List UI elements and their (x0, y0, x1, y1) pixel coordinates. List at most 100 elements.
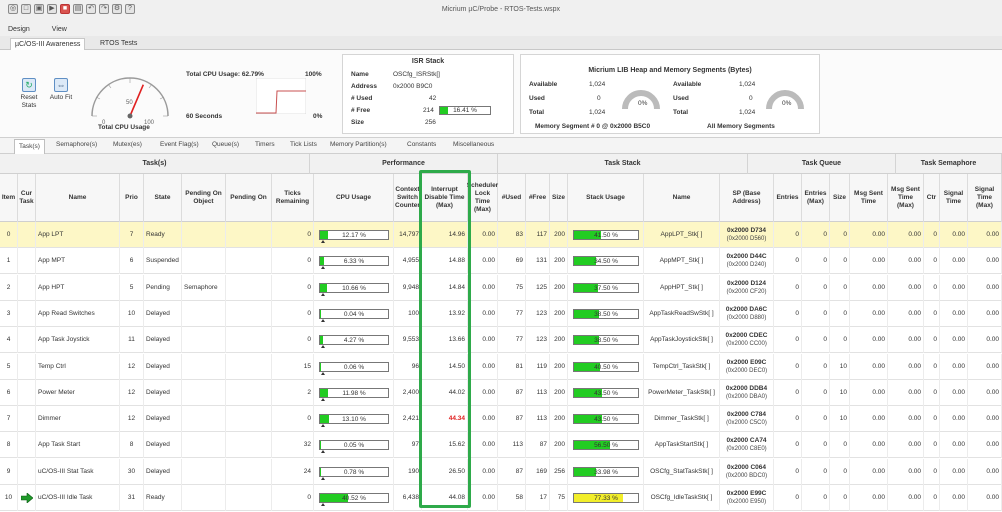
cell-prio: 8 (120, 432, 144, 459)
tab-tasks[interactable]: Task(s) (14, 139, 45, 154)
stack-usage-text: 40.50 % (594, 363, 618, 371)
table-row[interactable]: 6 Power Meter 12 Delayed 2 11.98 % 2,400 44.02 0… (0, 379, 1002, 406)
stack-usage-text: 43.50 % (594, 416, 618, 424)
column-header-stack-name[interactable]: Name (644, 174, 720, 222)
cell-sem-ctr: 0 (924, 379, 940, 406)
cell-cur-task (18, 274, 36, 301)
heap-all-pct: 0% (782, 100, 792, 107)
stack-usage-bar: 43.50 % (573, 387, 639, 398)
stack-usage-text: 38.50 % (594, 337, 618, 345)
column-header-signal-time[interactable]: Signal Time (940, 174, 968, 222)
cell-stack-free: 125 (526, 274, 550, 301)
table-row[interactable]: 10 uC/OS-III Idle Task 31 Ready 0 40.52 % 6,43… (0, 485, 1002, 511)
cpu-usage-bar: 0.05 % (319, 440, 389, 454)
tab-rtos-tests[interactable]: RTOS Tests (96, 38, 141, 50)
cell-task-name: uC/OS-III Stat Task (36, 458, 120, 485)
cell-ticks-remaining: 24 (272, 458, 314, 485)
column-header-item[interactable]: Item (0, 174, 18, 222)
interrupt-disable-highlight (419, 170, 471, 508)
auto-fit-button[interactable]: ⇔ Auto Fit (48, 78, 74, 102)
cell-state: Delayed (144, 458, 182, 485)
column-header-signal-time-max[interactable]: Signal Time (Max) (968, 174, 1002, 222)
column-header-cpu-usage[interactable]: CPU Usage (314, 174, 394, 222)
reset-stats-button[interactable]: ↻ Reset Stats (16, 78, 42, 110)
stack-usage-text: 37.50 % (594, 284, 618, 292)
column-header-stack-free[interactable]: #Free (526, 174, 550, 222)
cell-signal-time-max: 0.00 (968, 222, 1002, 248)
table-row[interactable]: 1 App MPT 6 Suspended 0 6.33 % 4,955 14.88 0.00 6… (0, 248, 1002, 275)
cell-pending-on-object (182, 406, 226, 433)
table-row[interactable]: 8 App Task Start 8 Delayed 32 0.05 % 97 15.62 0.… (0, 432, 1002, 459)
column-header-state[interactable]: State (144, 174, 182, 222)
tab-ucos-awareness[interactable]: µC/OS-III Awareness (10, 38, 86, 50)
cpu-usage-text: 6.33 % (343, 258, 365, 266)
menu-design[interactable]: Design (8, 26, 30, 33)
cell-stack-used: 87 (498, 406, 526, 433)
cell-cpu-usage: 40.52 % (314, 485, 394, 511)
cell-stack-size: 200 (550, 432, 568, 459)
column-header-stack-pointer[interactable]: SP (Base Address) (720, 174, 774, 222)
tab-semaphores[interactable]: Semaphore(s) (56, 141, 97, 148)
column-header-queue-entries-max[interactable]: Entries (Max) (802, 174, 830, 222)
table-row[interactable]: 5 Temp Ctrl 12 Delayed 15 0.06 % 96 14.50 0.00 81… (0, 353, 1002, 380)
cell-queue-entries-max: 0 (802, 379, 830, 406)
table-row[interactable]: 0 App LPT 7 Ready 0 12.17 % 14,797 14.96 0.00 83 1… (0, 222, 1002, 248)
table-row[interactable]: 9 uC/OS-III Stat Task 30 Delayed 24 0.78 % 190… (0, 458, 1002, 485)
cell-stack-name: AppLPT_Stk[ ] (644, 222, 720, 248)
menu-view[interactable]: View (52, 26, 67, 33)
column-header-ticks-remaining[interactable]: Ticks Remaining (272, 174, 314, 222)
table-row[interactable]: 2 App HPT 5 Pending Semaphore 0 10.66 % 9,948 14… (0, 274, 1002, 301)
table-row[interactable]: 3 App Read Switches 10 Delayed 0 0.04 % 100 13.… (0, 300, 1002, 327)
peak-marker-icon (321, 371, 325, 375)
cell-msg-sent-time: 0.00 (850, 353, 888, 380)
cell-state: Delayed (144, 300, 182, 327)
column-header-context-switch-counter[interactable]: Context Switch Counter (394, 174, 422, 222)
column-header-stack-size[interactable]: Size (550, 174, 568, 222)
cell-msg-sent-time-max: 0.00 (888, 300, 924, 327)
column-header-stack-used[interactable]: #Used (498, 174, 526, 222)
tab-miscellaneous[interactable]: Miscellaneous (453, 141, 494, 148)
cell-task-name: App LPT (36, 222, 120, 248)
column-header-pending-on-object[interactable]: Pending On Object (182, 174, 226, 222)
tab-memory-partitions[interactable]: Memory Partition(s) (330, 141, 387, 148)
column-header-msg-sent-time-max[interactable]: Msg Sent Time (Max) (888, 174, 924, 222)
column-header-queue-size[interactable]: Size (830, 174, 850, 222)
cell-scheduler-lock-time: 0.00 (468, 379, 498, 406)
column-header-sem-ctr[interactable]: Ctr (924, 174, 940, 222)
stack-usage-bar: 38.50 % (573, 335, 639, 346)
cell-cpu-usage: 0.04 % (314, 300, 394, 327)
cell-scheduler-lock-time: 0.00 (468, 406, 498, 433)
tab-event-flags[interactable]: Event Flag(s) (160, 141, 199, 148)
cpu-usage-bar: 11.98 % (319, 387, 389, 401)
column-header-stack-usage[interactable]: Stack Usage (568, 174, 644, 222)
peak-marker-icon (321, 476, 325, 480)
stack-usage-bar: 37.50 % (573, 282, 639, 293)
column-header-pending-on[interactable]: Pending On (226, 174, 272, 222)
table-row[interactable]: 7 Dimmer 12 Delayed 0 13.10 % 2,421 44.34 0.00 87… (0, 406, 1002, 433)
column-header-prio[interactable]: Prio (120, 174, 144, 222)
column-header-task-name[interactable]: Name (36, 174, 120, 222)
cell-signal-time-max: 0.00 (968, 353, 1002, 380)
column-header-queue-entries[interactable]: Entries (774, 174, 802, 222)
cell-context-switch-counter: 190 (394, 458, 422, 485)
column-header-msg-sent-time[interactable]: Msg Sent Time (850, 174, 888, 222)
heap-all-used-label: Used (673, 95, 689, 102)
tab-tick-lists[interactable]: Tick Lists (290, 141, 317, 148)
cell-state: Suspended (144, 248, 182, 275)
cell-prio: 12 (120, 379, 144, 406)
tab-timers[interactable]: Timers (255, 141, 275, 148)
tab-mutexes[interactable]: Mutex(es) (113, 141, 142, 148)
cell-queue-size: 0 (830, 300, 850, 327)
column-header-cur-task[interactable]: Cur Task (18, 174, 36, 222)
peak-marker-icon (321, 397, 325, 401)
column-header-scheduler-lock-time[interactable]: Scheduler Lock Time (Max) (467, 174, 498, 222)
heap-seg0-total-label: Total (529, 109, 545, 116)
cell-task-name: Dimmer (36, 406, 120, 433)
cell-pending-on (226, 485, 272, 511)
tab-constants[interactable]: Constants (407, 141, 436, 148)
tab-queues[interactable]: Queue(s) (212, 141, 239, 148)
cell-queue-size: 0 (830, 274, 850, 301)
cell-stack-pointer: 0x2000 C064 (0x2000 BDC0) (720, 458, 774, 485)
table-row[interactable]: 4 App Task Joystick 11 Delayed 0 4.27 % 9,553 1… (0, 327, 1002, 354)
heap-seg0-caption: Memory Segment # 0 @ 0x2000 B5C0 (535, 123, 651, 130)
